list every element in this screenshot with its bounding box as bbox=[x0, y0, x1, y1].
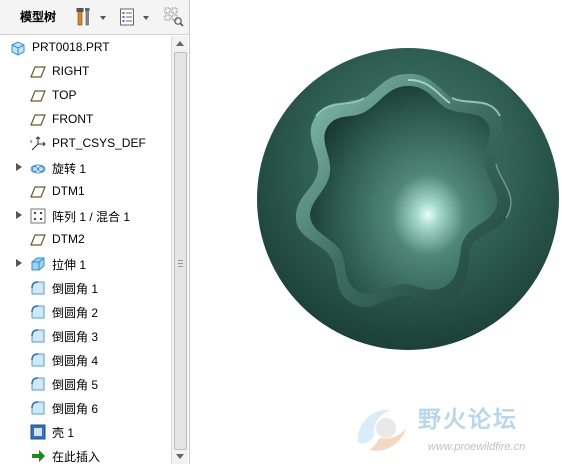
filter-grid-icon[interactable] bbox=[164, 6, 184, 28]
round-icon bbox=[30, 376, 46, 392]
tree-item[interactable]: PRT0018.PRT bbox=[0, 36, 172, 60]
tree-item[interactable]: DTM1 bbox=[0, 180, 172, 204]
settings-tools-icon[interactable] bbox=[76, 6, 92, 28]
shell-icon bbox=[30, 424, 46, 440]
model-tree-tab[interactable]: 模型树 bbox=[20, 8, 56, 25]
tree-item-label: 倒圆角 4 bbox=[52, 354, 99, 368]
tree-item-label: DTM2 bbox=[52, 232, 85, 246]
revolve-icon bbox=[30, 160, 46, 176]
tree-item-label: FRONT bbox=[52, 112, 94, 126]
tree-item[interactable]: 倒圆角 1 bbox=[0, 276, 172, 300]
tree-item[interactable]: 在此插入 bbox=[0, 444, 172, 468]
tree-item-label: 倒圆角 1 bbox=[52, 282, 99, 296]
round-icon bbox=[30, 304, 46, 320]
tree-item[interactable]: DTM2 bbox=[0, 228, 172, 252]
tree-item[interactable]: 倒圆角 2 bbox=[0, 300, 172, 324]
datum-plane-icon bbox=[30, 184, 46, 200]
expand-arrow-icon[interactable] bbox=[16, 259, 22, 267]
tree-item-label: 壳 1 bbox=[52, 426, 75, 440]
datum-plane-icon bbox=[30, 64, 46, 80]
tree-item[interactable]: 阵列 1 / 混合 1 bbox=[0, 204, 172, 228]
model-tree-list: PRT0018.PRT RIGHT TOP FRONT x PRT_CSYS_DEF 旋转 … bbox=[0, 36, 172, 464]
tree-item-label: 阵列 1 / 混合 1 bbox=[52, 210, 131, 224]
tree-item-label: 旋转 1 bbox=[52, 162, 87, 176]
tree-item-label: 在此插入 bbox=[52, 450, 101, 464]
tree-item-label: 倒圆角 2 bbox=[52, 306, 99, 320]
round-icon bbox=[30, 400, 46, 416]
tree-item[interactable]: RIGHT bbox=[0, 60, 172, 84]
show-options-icon[interactable] bbox=[119, 6, 135, 28]
scroll-down-arrow-icon[interactable] bbox=[176, 454, 184, 459]
graphics-viewport[interactable]: 野火论坛 www.proewildfire.cn bbox=[190, 0, 562, 464]
3d-model-render bbox=[257, 48, 559, 350]
tree-item[interactable]: 壳 1 bbox=[0, 420, 172, 444]
tree-item-label: 倒圆角 6 bbox=[52, 402, 99, 416]
tree-item-label: 倒圆角 3 bbox=[52, 330, 99, 344]
scrollbar-thumb[interactable] bbox=[174, 52, 187, 450]
expand-arrow-icon[interactable] bbox=[16, 211, 22, 219]
tree-item[interactable]: 旋转 1 bbox=[0, 156, 172, 180]
tree-item[interactable]: x PRT_CSYS_DEF bbox=[0, 132, 172, 156]
tree-item[interactable]: TOP bbox=[0, 84, 172, 108]
round-icon bbox=[30, 280, 46, 296]
watermark-logo bbox=[357, 409, 406, 451]
extrude-icon bbox=[30, 256, 46, 272]
tree-item[interactable]: 倒圆角 3 bbox=[0, 324, 172, 348]
tree-item[interactable]: FRONT bbox=[0, 108, 172, 132]
tree-item[interactable]: 倒圆角 6 bbox=[0, 396, 172, 420]
svg-text:x: x bbox=[30, 139, 33, 145]
tree-item-label: 拉伸 1 bbox=[52, 258, 87, 272]
settings-dropdown-chevron-down-icon[interactable] bbox=[98, 6, 108, 28]
tree-item-label: DTM1 bbox=[52, 184, 85, 198]
tree-vertical-scrollbar[interactable] bbox=[171, 36, 188, 464]
tree-item-label: TOP bbox=[52, 88, 77, 102]
tree-item-label: 倒圆角 5 bbox=[52, 378, 99, 392]
model-tree-panel: 模型树 PRT0018.PRT RIGHT TOP FRONT x PRT_CS… bbox=[0, 0, 190, 464]
show-dropdown-chevron-down-icon[interactable] bbox=[141, 6, 151, 28]
model-tree-toolbar: 模型树 bbox=[0, 0, 189, 35]
datum-plane-icon bbox=[30, 88, 46, 104]
watermark-site-name: 野火论坛 bbox=[418, 406, 518, 432]
tree-item-label: PRT0018.PRT bbox=[32, 40, 110, 54]
datum-plane-icon bbox=[30, 232, 46, 248]
tree-item-label: RIGHT bbox=[52, 64, 90, 78]
part-icon bbox=[10, 40, 26, 56]
round-icon bbox=[30, 352, 46, 368]
watermark-url: www.proewildfire.cn bbox=[428, 441, 526, 453]
coordinate-system-icon: x bbox=[30, 136, 46, 152]
tree-item[interactable]: 倒圆角 4 bbox=[0, 348, 172, 372]
datum-plane-icon bbox=[30, 112, 46, 128]
tree-item[interactable]: 拉伸 1 bbox=[0, 252, 172, 276]
insert-here-icon bbox=[30, 448, 46, 464]
pattern-icon bbox=[30, 208, 46, 224]
tree-item-label: PRT_CSYS_DEF bbox=[52, 136, 146, 150]
tree-item[interactable]: 倒圆角 5 bbox=[0, 372, 172, 396]
round-icon bbox=[30, 328, 46, 344]
expand-arrow-icon[interactable] bbox=[16, 163, 22, 171]
scroll-up-arrow-icon[interactable] bbox=[176, 41, 184, 46]
